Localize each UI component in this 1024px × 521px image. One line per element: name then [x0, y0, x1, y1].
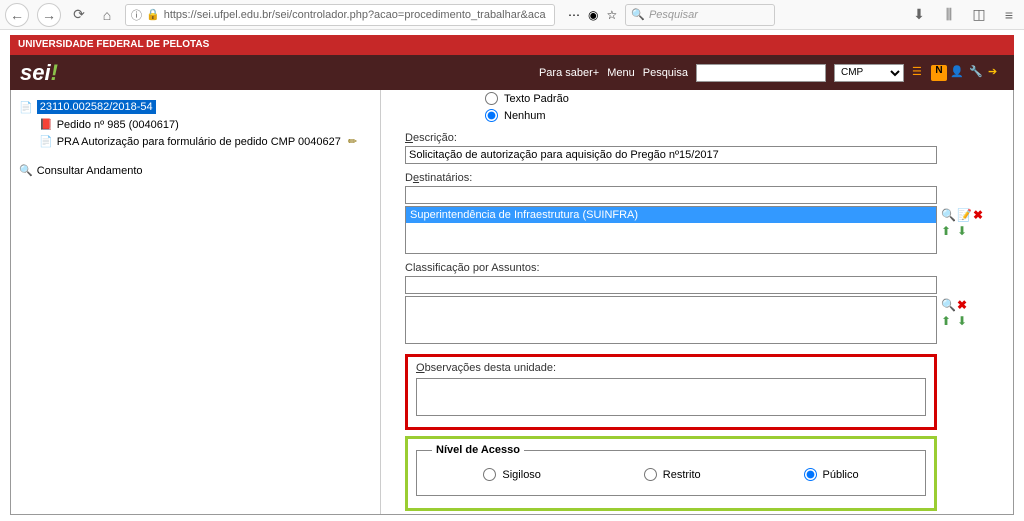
destinatarios-label: Destinatários:	[405, 172, 1001, 184]
classificacao-list[interactable]	[405, 296, 937, 344]
process-link[interactable]: 23110.002582/2018-54	[37, 100, 156, 114]
list-icon[interactable]: ☰	[912, 65, 928, 81]
texto-padrao-radio[interactable]	[485, 92, 498, 105]
browser-search[interactable]: 🔍 Pesquisar	[625, 4, 775, 26]
up-dest-icon[interactable]: ⬆	[941, 224, 955, 238]
observacoes-label: Observações desta unidade:	[416, 362, 926, 374]
para-saber-link[interactable]: Para saber+	[539, 67, 599, 79]
destinatarios-input[interactable]	[405, 186, 937, 204]
observacoes-textarea[interactable]	[416, 378, 926, 416]
search-placeholder: Pesquisar	[649, 9, 698, 21]
info-icon: ⓘ	[131, 7, 142, 23]
consultar-andamento[interactable]: 🔍 Consultar Andamento	[19, 164, 372, 177]
search-dest-icon[interactable]: 🔍	[941, 208, 955, 222]
nivel-legend: Nível de Acesso	[432, 444, 524, 456]
novo-icon[interactable]: N	[931, 65, 947, 81]
search-small-icon: 🔍	[19, 164, 33, 177]
search-class-icon[interactable]: 🔍	[941, 298, 955, 312]
descricao-label: Descrição:	[405, 132, 1001, 144]
nivel-acesso-box: Nível de Acesso Sigiloso Restrito Públic…	[405, 436, 937, 511]
pesquisa-label: Pesquisa	[643, 67, 688, 79]
lock-icon: 🔒	[146, 8, 160, 21]
doc2-link[interactable]: PRA Autorização para formulário de pedid…	[57, 136, 341, 148]
user-icon[interactable]: 👤	[950, 65, 966, 81]
edit-dest-icon[interactable]: 📝	[957, 208, 971, 222]
observacoes-box: Observações desta unidade:	[405, 354, 937, 430]
texto-padrao-label: Texto Padrão	[504, 93, 569, 105]
pdf-icon: 📕	[39, 118, 53, 131]
main-content: 📄 23110.002582/2018-54 📕 Pedido nº 985 (…	[10, 90, 1014, 515]
tree-process[interactable]: 📄 23110.002582/2018-54	[19, 98, 372, 116]
browser-toolbar: ← → ⟳ ⌂ ⓘ 🔒 https://sei.ufpel.edu.br/sei…	[0, 0, 1024, 30]
url-extras: ⋯ ◉ ☆	[568, 8, 617, 22]
reload-icon[interactable]: ⟳	[69, 5, 89, 25]
doc1-link[interactable]: Pedido nº 985 (0040617)	[57, 119, 179, 131]
destinatarios-list[interactable]: Superintendência de Infraestrutura (SUIN…	[405, 206, 937, 254]
remove-dest-icon[interactable]: ✖	[973, 208, 987, 222]
unit-select[interactable]: CMP	[834, 64, 904, 82]
page-container: UNIVERSIDADE FEDERAL DE PELOTAS sei! Par…	[0, 30, 1024, 521]
url-bar[interactable]: ⓘ 🔒 https://sei.ufpel.edu.br/sei/control…	[125, 4, 555, 26]
sidebar-icon[interactable]: ◫	[969, 5, 989, 25]
menu-icon[interactable]: ≡	[999, 5, 1019, 25]
home-icon[interactable]: ⌂	[97, 5, 117, 25]
pesquisa-input[interactable]	[696, 64, 826, 82]
nenhum-radio[interactable]	[485, 109, 498, 122]
remove-class-icon[interactable]: ✖	[957, 298, 971, 312]
exit-icon[interactable]: ➔	[988, 65, 1004, 81]
nivel-fieldset: Nível de Acesso Sigiloso Restrito Públic…	[416, 444, 926, 496]
folder-icon: 📄	[19, 101, 33, 114]
sigiloso-option[interactable]: Sigiloso	[483, 466, 541, 483]
restrito-label: Restrito	[663, 469, 701, 481]
back-button[interactable]: ←	[5, 3, 29, 27]
tree-doc2[interactable]: 📄 PRA Autorização para formulário de ped…	[39, 133, 372, 150]
more-icon[interactable]: ⋯	[568, 8, 580, 22]
doc-icon: 📄	[39, 135, 53, 148]
publico-option[interactable]: Público	[804, 466, 859, 483]
publico-label: Público	[823, 469, 859, 481]
sigiloso-radio[interactable]	[483, 468, 496, 481]
config-icon[interactable]: 🔧	[969, 65, 985, 81]
university-bar: UNIVERSIDADE FEDERAL DE PELOTAS	[10, 35, 1014, 55]
nenhum-label: Nenhum	[504, 110, 546, 122]
library-icon[interactable]: ⫼	[939, 5, 959, 25]
reader-icon[interactable]: ◉	[588, 8, 598, 22]
consultar-label: Consultar Andamento	[37, 165, 143, 177]
sidebar: 📄 23110.002582/2018-54 📕 Pedido nº 985 (…	[11, 90, 381, 514]
restrito-radio[interactable]	[644, 468, 657, 481]
url-text: https://sei.ufpel.edu.br/sei/controlador…	[164, 9, 546, 21]
down-class-icon[interactable]: ⬇	[957, 314, 971, 328]
classificacao-input[interactable]	[405, 276, 937, 294]
classificacao-label: Classificação por Assuntos:	[405, 262, 1001, 274]
content-area: Texto Padrão Nenhum Descrição: Destinatá…	[381, 90, 1013, 514]
tree-doc1[interactable]: 📕 Pedido nº 985 (0040617)	[39, 116, 372, 133]
search-icon: 🔍	[631, 8, 645, 21]
texto-inicial-group: Texto Padrão Nenhum	[485, 90, 1001, 124]
menu-link[interactable]: Menu	[607, 67, 635, 79]
sigiloso-label: Sigiloso	[502, 469, 541, 481]
forward-button[interactable]: →	[37, 3, 61, 27]
publico-radio[interactable]	[804, 468, 817, 481]
sei-nav: Para saber+ Menu Pesquisa CMP ☰ N 👤 🔧 ➔	[539, 64, 1004, 82]
sei-header: sei! Para saber+ Menu Pesquisa CMP ☰ N 👤…	[10, 55, 1014, 90]
download-icon[interactable]: ⬇	[909, 5, 929, 25]
restrito-option[interactable]: Restrito	[644, 466, 701, 483]
destinatario-item[interactable]: Superintendência de Infraestrutura (SUIN…	[406, 207, 936, 223]
star-icon[interactable]: ☆	[606, 8, 617, 22]
up-class-icon[interactable]: ⬆	[941, 314, 955, 328]
down-dest-icon[interactable]: ⬇	[957, 224, 971, 238]
edit-icon[interactable]: ✏	[348, 135, 357, 148]
descricao-input[interactable]	[405, 146, 937, 164]
sei-logo: sei!	[20, 60, 58, 86]
